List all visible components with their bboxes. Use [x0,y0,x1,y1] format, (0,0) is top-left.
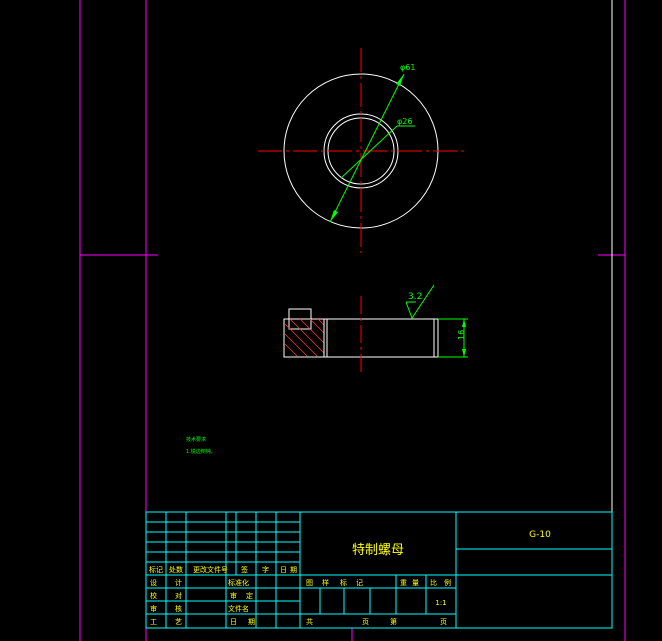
cad-drawing-canvas: φ61 φ26 16 3.2 技术要求 1.锐边倒钝。 特制螺母 G-10 标记… [79,0,626,641]
dim-label-outer: φ61 [400,63,415,72]
mid-li: 例 [444,578,451,587]
row2-d: 定 [246,591,253,600]
arrow-outer-1 [396,74,404,86]
scale-value: 1:1 [435,599,446,607]
hdr-file: 更改文件号 [193,565,228,574]
row1-b: 计 [175,578,182,587]
mid-biao: 标 [340,578,347,587]
arrow-height-1 [462,319,466,327]
hdr-qi: 期 [290,566,297,574]
side-view: 16 3.2 [283,284,468,376]
dim-line-inner [340,125,398,179]
mid-yang: 样 [322,578,329,587]
dim-label-inner: φ26 [397,117,412,126]
drawing-number: G-10 [529,530,551,540]
header-row: 标记 处数 更改文件号 签 字 日 期 [149,565,297,574]
sheet-ye2: 页 [440,618,447,626]
mid-ji: 记 [356,579,363,587]
sheet-di: 第 [390,617,397,626]
hdr-ri: 日 [280,566,287,574]
mid-liang: 量 [412,579,419,587]
hdr-biaoji: 标记 [149,565,163,574]
hdr-chushu: 处数 [169,565,183,574]
row4-a: 工 [150,618,157,626]
tech-notes: 技术要求 1.锐边倒钝。 [186,436,216,455]
roughness-label: 3.2 [408,292,422,302]
notes-title: 技术要求 [186,436,206,443]
notes-line1: 1.锐边倒钝。 [186,448,216,455]
dim-line-outer [329,73,405,223]
sheet-gong: 共 [306,617,313,626]
row2-a: 校 [150,591,157,600]
row4-d: 期 [248,618,255,626]
row3-b: 核 [175,604,182,613]
row1-c: 标准化 [228,578,249,587]
hatch-area [284,318,325,357]
row2-b: 对 [175,591,182,600]
row2-c: 审 [230,591,237,600]
sheet-ye1: 页 [362,618,369,626]
hdr-zi: 字 [262,565,269,574]
row4-c: 日 [230,618,237,626]
top-view: φ61 φ26 [258,48,466,253]
mid-bi: 比 [430,578,437,587]
arrow-outer-2 [330,210,338,222]
part-name: 特制螺母 [352,543,404,558]
mid-zhong: 重 [400,579,407,587]
row4-b: 艺 [175,618,182,626]
row1-a: 设 [150,578,157,587]
mid-header: 图 样 标 记 重 量 比 例 [306,578,451,587]
dim-label-height: 16 [457,330,466,340]
row3-a: 审 [150,604,157,613]
mid-tu: 图 [306,579,313,587]
row3-c: 文件名 [228,604,249,613]
hdr-qian: 签 [241,565,248,574]
arrow-height-2 [462,349,466,357]
sheet-row: 共 页 第 页 [306,617,447,626]
